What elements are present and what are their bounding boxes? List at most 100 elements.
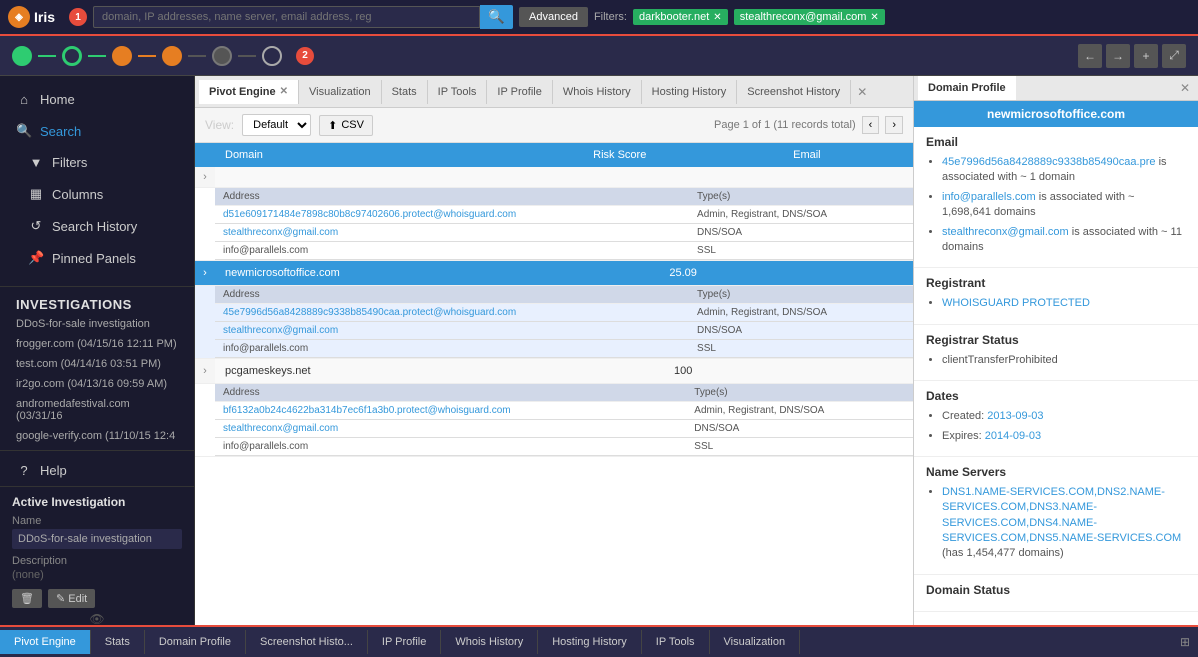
name-server-link[interactable]: DNS1.NAME-SERVICES.COM,DNS2.NAME-SERVICE…: [942, 486, 1181, 544]
tab-stats[interactable]: Stats: [382, 80, 428, 104]
step-2[interactable]: [62, 46, 82, 66]
nav-forward-btn[interactable]: →: [1106, 44, 1130, 68]
page-next-btn[interactable]: ›: [885, 116, 903, 134]
inv-item-2[interactable]: frogger.com (04/15/16 12:11 PM): [0, 334, 194, 354]
bottom-tab-ip-tools[interactable]: IP Tools: [642, 630, 710, 654]
sidebar-item-home[interactable]: ⌂ Home: [0, 84, 194, 115]
sidebar-item-filters[interactable]: ▼ Filters: [0, 147, 194, 178]
bottom-tab-visualization[interactable]: Visualization: [710, 630, 801, 654]
sub-email[interactable]: 45e7996d56a8428889c9338b85490caa.protect…: [215, 304, 689, 322]
th-risk-score[interactable]: Risk Score: [583, 143, 783, 167]
pivot-toolbar: View: Default ⬆ CSV Page 1 of 1 (11 reco…: [195, 108, 913, 143]
sub-email[interactable]: d51e609171484e7898c80b8c97402606.protect…: [215, 206, 689, 224]
risk-cell-2: 25.09: [583, 261, 783, 286]
step-5[interactable]: [212, 46, 232, 66]
tab-ip-profile[interactable]: IP Profile: [487, 80, 552, 104]
sub-email: info@parallels.com: [215, 340, 689, 358]
tabs-close-all[interactable]: ✕: [853, 81, 871, 103]
bottom-tab-stats[interactable]: Stats: [91, 630, 145, 654]
th-domain[interactable]: Domain: [215, 143, 583, 167]
filter-2-text: stealthreconx@gmail.com: [740, 11, 867, 23]
step-badge-2: 2: [296, 47, 314, 65]
risk-cell-1: [583, 167, 783, 188]
sub-email[interactable]: bf6132a0b24c4622ba314b7ec6f1a3b0.protect…: [215, 402, 686, 420]
delete-button[interactable]: 🗑: [12, 589, 42, 608]
active-investigation-section: Active Investigation Name DDoS-for-sale …: [0, 486, 194, 625]
csv-button[interactable]: ⬆ CSV: [319, 115, 373, 136]
registrant-link[interactable]: WHOISGUARD PROTECTED: [942, 297, 1090, 309]
bottom-tab-pivot[interactable]: Pivot Engine: [0, 630, 91, 654]
registrar-status-title: Registrar Status: [926, 333, 1186, 347]
nav-expand-btn[interactable]: ⤢: [1162, 44, 1186, 68]
sub-row: stealthreconx@gmail.com DNS/SOA: [215, 322, 913, 340]
search-input[interactable]: [93, 6, 480, 28]
bottom-tab-ip-profile[interactable]: IP Profile: [368, 630, 441, 654]
tab-pivot-close[interactable]: ✕: [280, 86, 288, 97]
advanced-button[interactable]: Advanced: [519, 7, 588, 27]
table-row[interactable]: ›: [195, 167, 913, 188]
bottom-tab-screenshot[interactable]: Screenshot Histo...: [246, 630, 368, 654]
tab-whois-history[interactable]: Whois History: [553, 80, 642, 104]
tab-hosting-history[interactable]: Hosting History: [642, 80, 738, 104]
step-4[interactable]: [162, 46, 182, 66]
email-link-2[interactable]: info@parallels.com: [942, 191, 1036, 203]
tab-pivot-engine[interactable]: Pivot Engine ✕: [199, 80, 299, 104]
sidebar-item-help[interactable]: ? Help: [0, 455, 194, 486]
filter-2-close[interactable]: ✕: [870, 12, 878, 23]
sub-row: stealthreconx@gmail.com DNS/SOA: [215, 420, 913, 438]
inv-item-5[interactable]: andromedafestival.com (03/31/16: [0, 394, 194, 426]
search-button[interactable]: 🔍: [480, 5, 513, 29]
table-row-1-expanded: Address Type(s) d51e609171484e7898c80b8c…: [195, 188, 913, 261]
inv-item-6[interactable]: google-verify.com (11/10/15 12:4: [0, 426, 194, 446]
sub-row: 45e7996d56a8428889c9338b85490caa.protect…: [215, 304, 913, 322]
expand-btn-1[interactable]: ›: [195, 167, 215, 188]
step-1[interactable]: [12, 46, 32, 66]
bottom-tab-whois-history[interactable]: Whois History: [441, 630, 538, 654]
sidebar-item-columns[interactable]: ▦ Columns: [0, 178, 194, 210]
sub-th-types-2: Type(s): [689, 286, 913, 304]
tab-visualization[interactable]: Visualization: [299, 80, 382, 104]
tab-screenshot-history[interactable]: Screenshot History: [737, 80, 851, 104]
email-link-3[interactable]: stealthreconx@gmail.com: [942, 226, 1069, 238]
view-select[interactable]: Default: [242, 114, 311, 136]
expand-btn-3[interactable]: ›: [195, 359, 215, 384]
sidebar-item-pinned[interactable]: 📌 Pinned Panels: [0, 242, 194, 274]
sub-th-address-1: Address: [215, 188, 689, 206]
pin-icon: 📌: [28, 250, 44, 266]
page-prev-btn[interactable]: ‹: [862, 116, 880, 134]
nav-add-btn[interactable]: +: [1134, 44, 1158, 68]
name-servers-title: Name Servers: [926, 465, 1186, 479]
step-6[interactable]: [262, 46, 282, 66]
filter-tag-1[interactable]: darkbooter.net ✕: [633, 9, 728, 25]
inv-item-1[interactable]: DDoS-for-sale investigation: [0, 314, 194, 334]
email-link-1[interactable]: 45e7996d56a8428889c9338b85490caa.pre: [942, 156, 1156, 168]
tab-whois-label: Whois History: [563, 86, 631, 98]
filter-tag-2[interactable]: stealthreconx@gmail.com ✕: [734, 9, 885, 25]
results-table: Domain Risk Score Email ›: [195, 143, 913, 457]
tab-ip-tools[interactable]: IP Tools: [428, 80, 488, 104]
sub-email[interactable]: stealthreconx@gmail.com: [215, 420, 686, 438]
th-email[interactable]: Email: [783, 143, 913, 167]
inv-item-4[interactable]: ir2go.com (04/13/16 09:59 AM): [0, 374, 194, 394]
sub-row: info@parallels.com SSL: [215, 242, 913, 260]
sub-types: Admin, Registrant, DNS/SOA: [689, 304, 913, 322]
bottom-tab-hosting-history[interactable]: Hosting History: [538, 630, 642, 654]
sub-email[interactable]: stealthreconx@gmail.com: [215, 322, 689, 340]
sidebar-item-search-history[interactable]: ↺ Search History: [0, 210, 194, 242]
expand-btn-2[interactable]: ›: [195, 261, 215, 286]
nav-back-btn[interactable]: ←: [1078, 44, 1102, 68]
sidebar-item-search[interactable]: 🔍 Search: [0, 115, 194, 147]
edit-button[interactable]: ✎ Edit: [48, 589, 95, 608]
sub-email[interactable]: stealthreconx@gmail.com: [215, 224, 689, 242]
right-panel-close[interactable]: ✕: [1176, 77, 1194, 99]
table-row-selected[interactable]: › newmicrosoftoffice.com 25.09: [195, 261, 913, 286]
table-row-3[interactable]: › pcgameskeys.net 100: [195, 359, 913, 384]
step-3[interactable]: [112, 46, 132, 66]
inv-item-3[interactable]: test.com (04/14/16 03:51 PM): [0, 354, 194, 374]
filter-1-close[interactable]: ✕: [713, 12, 721, 23]
tab-screenshot-label: Screenshot History: [747, 86, 840, 98]
right-panel-tab-domain[interactable]: Domain Profile: [918, 76, 1016, 100]
sub-th-types-1: Type(s): [689, 188, 913, 206]
bottom-tab-domain-profile[interactable]: Domain Profile: [145, 630, 246, 654]
grid-icon[interactable]: ⊞: [1172, 635, 1198, 649]
